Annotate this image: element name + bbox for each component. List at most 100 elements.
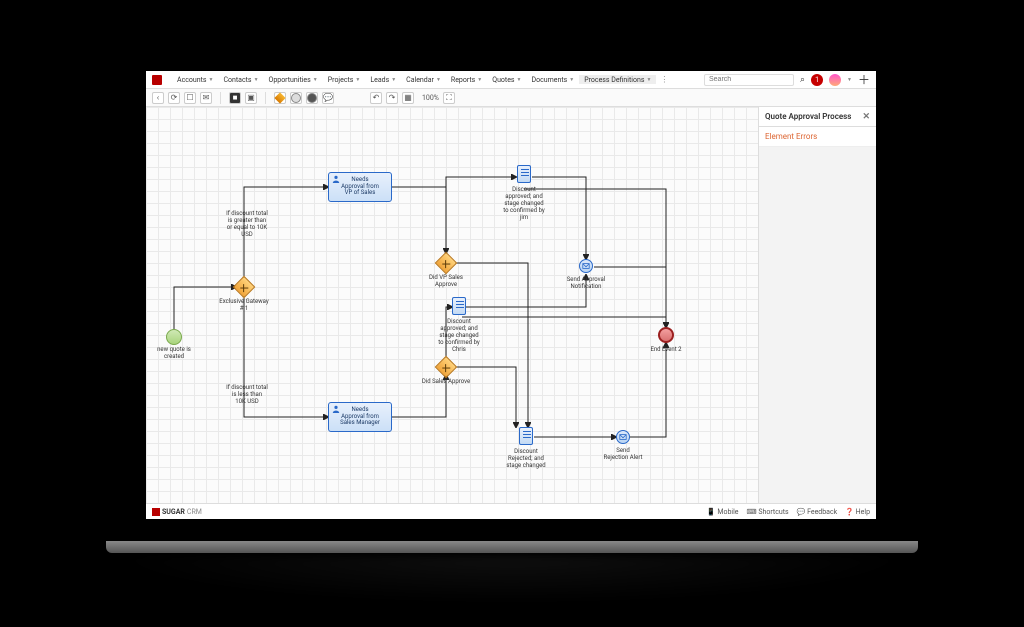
nav-label: Calendar xyxy=(406,76,434,84)
nav-accounts[interactable]: Accounts▼ xyxy=(172,75,218,84)
nav-opportunities[interactable]: Opportunities▼ xyxy=(264,75,323,84)
gateway-sales-approve[interactable] xyxy=(435,356,458,379)
notification-count: 1 xyxy=(815,76,819,84)
send-rejection-alert[interactable] xyxy=(616,430,630,444)
undo-icon[interactable]: ↶ xyxy=(370,92,382,104)
notification-badge[interactable]: 1 xyxy=(811,74,823,86)
gateway-tool-icon[interactable] xyxy=(274,92,286,104)
action-discount-approved-jim[interactable] xyxy=(517,165,531,183)
grid-icon[interactable]: ▦ xyxy=(402,92,414,104)
link-label: Mobile xyxy=(717,508,738,516)
top-navbar: Accounts▼ Contacts▼ Opportunities▼ Proje… xyxy=(146,71,876,89)
separator xyxy=(265,92,266,104)
task-approval-vp-sales[interactable]: Needs Approval from VP of Sales xyxy=(328,172,392,202)
chevron-down-icon: ▼ xyxy=(254,77,259,83)
main-nav: Accounts▼ Contacts▼ Opportunities▼ Proje… xyxy=(172,75,672,84)
gateway-2-label: Did VP Sales Approve xyxy=(418,275,474,289)
process-canvas[interactable]: new quote is created Exclusive Gateway #… xyxy=(146,107,758,503)
close-icon[interactable]: ✕ xyxy=(862,112,870,122)
redo-icon[interactable]: ↷ xyxy=(386,92,398,104)
footer: SUGARCRM 📱 Mobile ⌨ Shortcuts 💬 Feedback… xyxy=(146,503,876,519)
subprocess-tool-icon[interactable]: ▣ xyxy=(245,92,257,104)
search-input[interactable] xyxy=(704,74,794,86)
refresh-icon[interactable]: ⟳ xyxy=(168,92,180,104)
annotation-tool-icon[interactable]: 💬 xyxy=(322,92,334,104)
task-tool-icon[interactable]: ■ xyxy=(229,92,241,104)
app-screen: Accounts▼ Contacts▼ Opportunities▼ Proje… xyxy=(146,71,876,519)
nav-label: Projects xyxy=(328,76,354,84)
separator xyxy=(220,92,221,104)
end-event-2[interactable] xyxy=(658,327,674,343)
sidebar-header: Quote Approval Process ✕ xyxy=(759,107,876,127)
search-icon[interactable]: ⌕ xyxy=(800,75,805,85)
action-discount-approved-chris[interactable] xyxy=(452,297,466,315)
footer-links: 📱 Mobile ⌨ Shortcuts 💬 Feedback ❓ Help xyxy=(707,508,870,516)
chevron-down-icon: ▼ xyxy=(517,77,522,83)
brand-text-2: CRM xyxy=(187,508,202,516)
user-avatar[interactable] xyxy=(829,74,841,86)
chevron-down-icon: ▼ xyxy=(355,77,360,83)
nav-label: Documents xyxy=(532,76,568,84)
footer-help[interactable]: ❓ Help xyxy=(845,508,870,516)
doc-label: Discount Rejected; and stage changed xyxy=(498,449,554,470)
nav-calendar[interactable]: Calendar▼ xyxy=(401,75,446,84)
nav-label: Process Definitions xyxy=(584,76,644,84)
gateway-vp-approve[interactable] xyxy=(435,252,458,275)
user-icon xyxy=(332,405,340,413)
condition-lt-10k: If discount total is less than 10K USD xyxy=(218,385,276,406)
errors-sidebar: Quote Approval Process ✕ Element Errors xyxy=(758,107,876,503)
nav-overflow-icon[interactable]: ⋮ xyxy=(656,75,672,84)
app-logo-icon[interactable] xyxy=(152,75,162,85)
envelope-icon[interactable]: ✉ xyxy=(200,92,212,104)
nav-reports[interactable]: Reports▼ xyxy=(446,75,487,84)
process-title: Quote Approval Process xyxy=(765,112,851,121)
inbox-icon[interactable]: ☐ xyxy=(184,92,196,104)
link-label: Feedback xyxy=(807,508,837,516)
nav-projects[interactable]: Projects▼ xyxy=(323,75,366,84)
start-event-tool-icon[interactable] xyxy=(290,92,302,104)
zoom-level: 100% xyxy=(422,94,439,102)
footer-shortcuts[interactable]: ⌨ Shortcuts xyxy=(747,508,789,516)
nav-label: Accounts xyxy=(177,76,207,84)
nav-label: Contacts xyxy=(223,76,251,84)
chevron-down-icon: ▼ xyxy=(646,77,651,83)
quick-create-icon[interactable]: ＋ xyxy=(858,71,870,88)
footer-feedback[interactable]: 💬 Feedback xyxy=(797,508,838,516)
nav-quotes[interactable]: Quotes▼ xyxy=(487,75,526,84)
action-discount-rejected[interactable] xyxy=(519,427,533,445)
send-approval-notification[interactable] xyxy=(579,259,593,273)
link-label: Help xyxy=(856,508,870,516)
end-event-tool-icon[interactable] xyxy=(306,92,318,104)
reflection xyxy=(106,556,918,604)
link-label: Shortcuts xyxy=(758,508,788,516)
top-right-controls: ⌕ 1 ▼ ＋ xyxy=(704,71,870,88)
footer-mobile[interactable]: 📱 Mobile xyxy=(707,508,739,516)
start-event[interactable] xyxy=(166,329,182,345)
envelope-icon xyxy=(619,433,627,441)
app-body: new quote is created Exclusive Gateway #… xyxy=(146,107,876,503)
exclusive-gateway-1[interactable] xyxy=(233,276,256,299)
chevron-down-icon: ▼ xyxy=(209,77,214,83)
nav-label: Opportunities xyxy=(269,76,311,84)
intermediate-label: Send Approval Notification xyxy=(558,277,614,291)
envelope-icon xyxy=(582,262,590,270)
chevron-down-icon[interactable]: ▼ xyxy=(847,77,852,83)
chevron-down-icon: ▼ xyxy=(436,77,441,83)
tab-element-errors[interactable]: Element Errors xyxy=(759,127,876,147)
back-icon[interactable]: ‹ xyxy=(152,92,164,104)
nav-documents[interactable]: Documents▼ xyxy=(527,75,580,84)
nav-process-definitions[interactable]: Process Definitions▼ xyxy=(579,75,656,84)
brand-text-1: SUGAR xyxy=(162,508,185,516)
nav-label: Leads xyxy=(370,76,389,84)
brand-cube-icon xyxy=(152,508,160,516)
brand[interactable]: SUGARCRM xyxy=(152,508,202,516)
sidebar-body xyxy=(759,147,876,503)
nav-leads[interactable]: Leads▼ xyxy=(365,75,401,84)
chevron-down-icon: ▼ xyxy=(477,77,482,83)
nav-label: Reports xyxy=(451,76,475,84)
nav-contacts[interactable]: Contacts▼ xyxy=(218,75,263,84)
condition-ge-10k: If discount total is greater than or equ… xyxy=(218,211,276,239)
task-approval-sales-manager[interactable]: Needs Approval from Sales Manager xyxy=(328,402,392,432)
zoom-fit-icon[interactable]: ⛶ xyxy=(443,92,455,104)
intermediate-label: Send Rejection Alert xyxy=(598,448,648,462)
